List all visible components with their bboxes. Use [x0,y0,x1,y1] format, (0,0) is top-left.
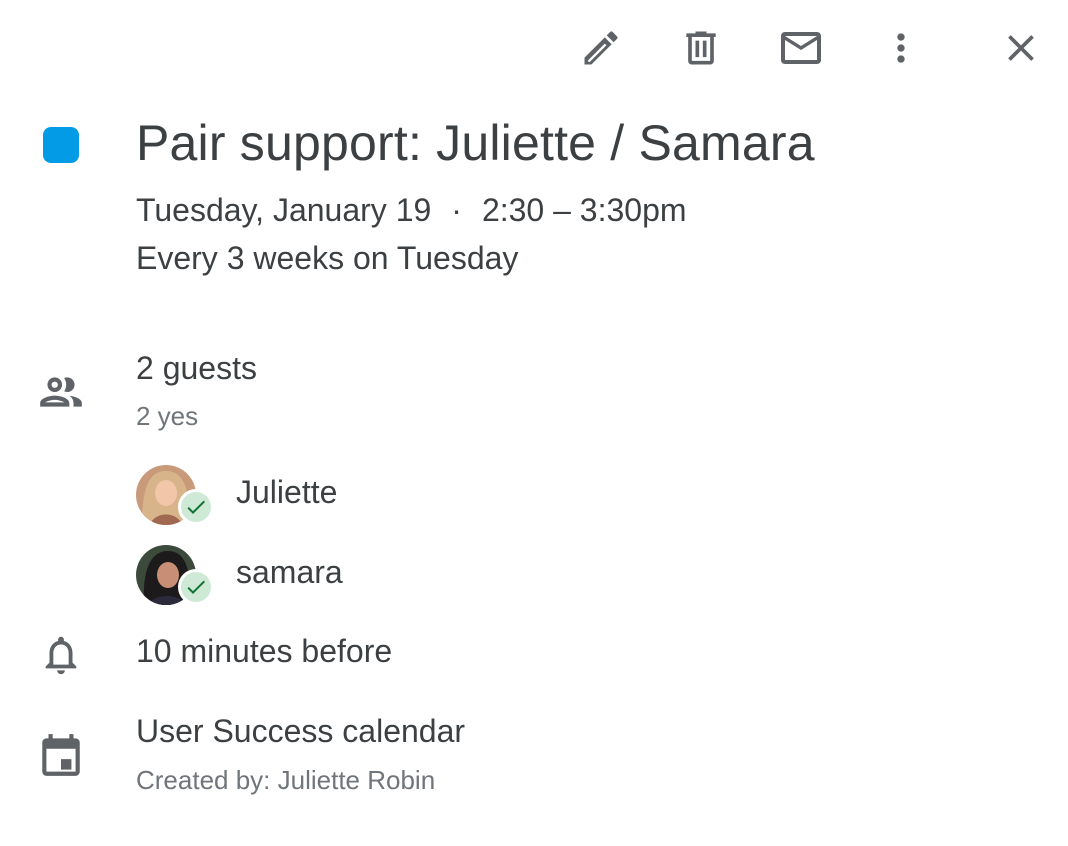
more-vert-icon [897,33,905,63]
check-icon [187,500,205,514]
close-button[interactable] [995,22,1047,74]
guests-rsvp-summary: 2 yes [136,401,199,431]
event-datetime: Tuesday, January 19 · 2:30 – 3:30pm [136,192,687,229]
check-icon [187,580,205,594]
more-options-button[interactable] [875,22,927,74]
event-time: 2:30 – 3:30pm [481,192,687,228]
calendar-icon [36,730,86,780]
pencil-icon [584,31,618,65]
email-guests-button[interactable] [775,22,827,74]
event-title: Pair support: Juliette / Samara [136,115,815,171]
guest-name: Juliette [236,474,338,510]
guest-item-samara[interactable]: samara [136,545,536,605]
guest-name: samara [236,554,343,590]
guest-item-juliette[interactable]: Juliette [136,465,536,525]
bell-icon [36,630,86,680]
accepted-badge [178,489,214,525]
calendar-name: User Success calendar [136,713,466,749]
event-date: Tuesday, January 19 [136,192,432,228]
datetime-separator: · [451,192,462,228]
accepted-badge [178,569,214,605]
edit-button[interactable] [575,22,627,74]
event-recurrence: Every 3 weeks on Tuesday [136,240,519,276]
trash-icon [686,31,716,65]
mail-icon [781,32,821,64]
delete-button[interactable] [675,22,727,74]
reminder-label: 10 minutes before [136,633,393,669]
event-creator: Created by: Juliette Robin [136,765,436,795]
close-icon [1008,35,1034,61]
people-icon [36,367,86,417]
event-toolbar [0,22,1068,74]
event-color-chip [43,127,79,163]
guests-count: 2 guests [136,350,257,386]
